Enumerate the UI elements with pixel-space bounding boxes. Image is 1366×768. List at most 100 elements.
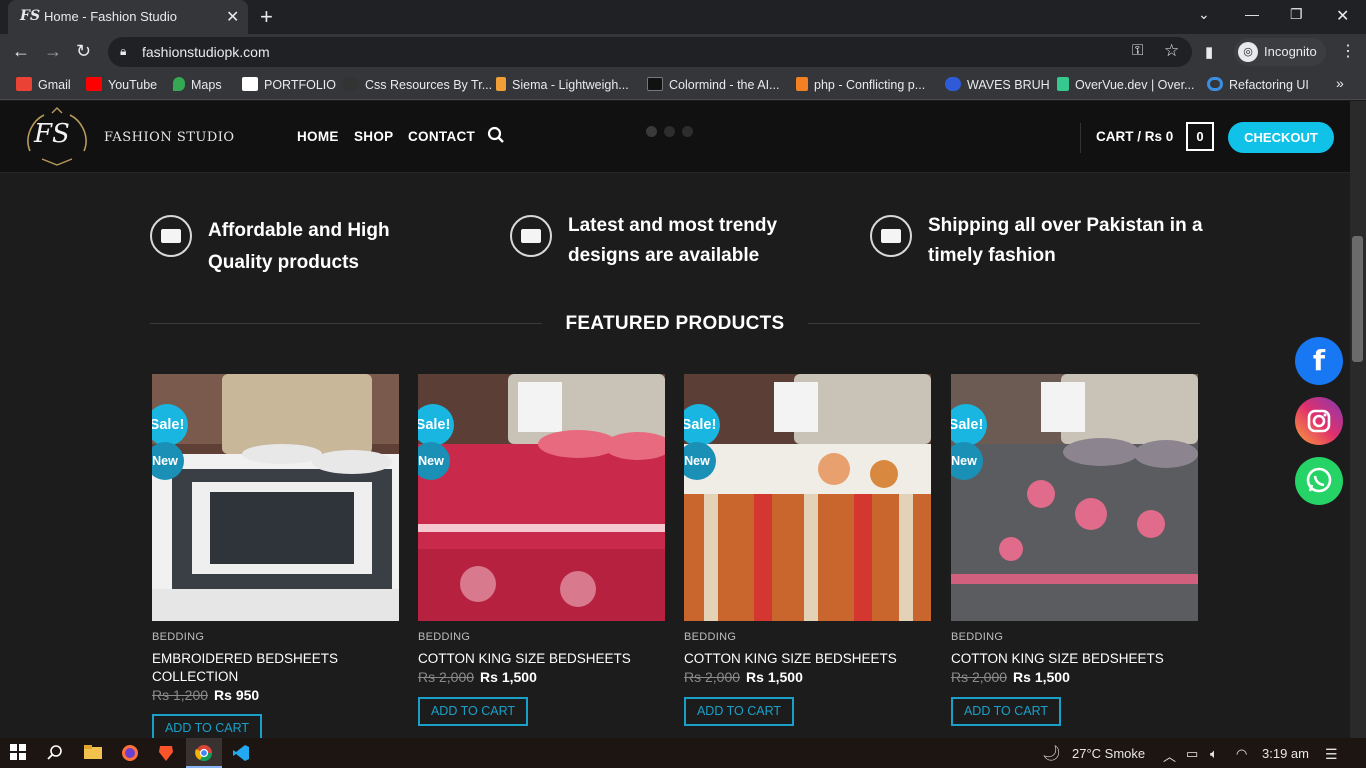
bookmark-label: OverVue.dev | Over... [1075,78,1195,92]
bookmark-youtube[interactable]: YouTube [86,77,157,92]
url-text[interactable]: fashionstudiopk.com [142,44,270,60]
product-category: BEDDING [684,631,737,643]
bookmark-label: YouTube [108,78,158,92]
browser-tab[interactable]: FS Home - Fashion Studio ✕ [8,0,248,34]
product-image[interactable]: Sale! New [684,374,931,621]
product-image[interactable]: Sale! New [951,374,1198,621]
whatsapp-icon[interactable] [1295,457,1343,505]
add-to-cart-button[interactable]: ADD TO CART [152,714,262,738]
weather-icon[interactable]: 🌙︎ [1042,744,1061,762]
file-explorer-icon[interactable] [84,744,102,765]
product-price: Rs 1,200 Rs 950 [152,687,259,703]
section-divider [808,323,1200,324]
product-name[interactable]: EMBROIDERED BEDSHEETS COLLECTION [152,650,392,686]
slider-dot[interactable] [664,126,675,137]
bookmark-waves[interactable]: WAVES BRUH [945,77,1050,92]
new-tab-icon[interactable]: + [260,4,273,30]
tab-close-icon[interactable]: ✕ [226,7,239,27]
slider-dot[interactable] [682,126,693,137]
volume-icon[interactable]: 🔈︎ [1210,746,1218,762]
product-image[interactable]: Sale! New [152,374,399,621]
envelope-icon [150,215,192,257]
minimize-icon[interactable]: — [1245,6,1259,22]
product-price: Rs 2,000 Rs 1,500 [418,669,537,685]
waves-icon [945,77,961,91]
old-price: Rs 1,200 [152,687,209,703]
reload-icon[interactable]: ↻ [76,41,91,62]
vscode-icon[interactable] [232,744,250,767]
key-icon[interactable]: ⚿ [1132,42,1143,59]
cart-label[interactable]: CART / Rs 0 [1096,129,1173,144]
product-name[interactable]: COTTON KING SIZE BEDSHEETS [418,650,658,668]
windows-taskbar: 🌙︎ 27°C Smoke ︿ ▭ 🔈︎ ◠ 3:19 am ☰ [0,738,1366,768]
weather-text[interactable]: 27°C Smoke [1072,746,1145,761]
search-icon[interactable] [487,126,505,149]
restore-icon[interactable]: ❐ [1290,6,1303,23]
chrome-icon[interactable] [195,744,213,767]
siema-icon [496,77,506,91]
bookmark-star-icon[interactable]: ☆ [1164,41,1179,61]
youtube-icon [86,77,102,91]
bookmark-php[interactable]: php - Conflicting p... [796,77,925,92]
add-to-cart-button[interactable]: ADD TO CART [684,697,794,726]
envelope-icon [510,215,552,257]
bookmark-label: Maps [191,78,222,92]
tray-expand-icon[interactable]: ︿ [1163,746,1176,765]
bookmark-colormind[interactable]: Colormind - the AI... [647,77,779,92]
scrollbar-thumb[interactable] [1352,236,1363,362]
clock[interactable]: 3:19 am [1262,746,1309,761]
brave-icon[interactable] [158,744,174,767]
nav-shop[interactable]: SHOP [354,129,393,144]
scrollbar-track[interactable] [1350,101,1366,738]
incognito-badge[interactable]: ◎ Incognito [1234,38,1326,66]
bookmarks-bar: Gmail YouTube Maps PORTFOLIO Css Resourc… [0,70,1366,100]
product-category: BEDDING [152,631,205,643]
windows-start-icon[interactable] [10,744,26,765]
add-to-cart-button[interactable]: ADD TO CART [418,697,528,726]
notifications-icon[interactable]: ☰ [1325,746,1338,763]
battery-icon[interactable]: ▭ [1186,746,1198,762]
product-name[interactable]: COTTON KING SIZE BEDSHEETS [951,650,1191,668]
bookmark-refactoring-ui[interactable]: Refactoring UI [1207,77,1309,92]
old-price: Rs 2,000 [951,669,1008,685]
website-viewport: FS FASHION STUDIO HOME SHOP CONTACT CART… [0,101,1350,738]
add-to-cart-button[interactable]: ADD TO CART [951,697,1061,726]
forward-icon[interactable]: → [44,41,62,62]
cart-count-icon[interactable]: 0 [1186,122,1214,151]
bookmark-label: Siema - Lightweigh... [512,78,629,92]
checkout-button[interactable]: CHECKOUT [1228,122,1334,153]
product-price: Rs 2,000 Rs 1,500 [684,669,803,685]
feature-text: Affordable and High Quality products [208,220,390,273]
wifi-icon[interactable]: ◠ [1236,746,1247,762]
instagram-icon[interactable] [1295,397,1343,445]
bookmark-siema[interactable]: Siema - Lightweigh... [496,77,629,92]
logo-text[interactable]: FASHION STUDIO [104,130,235,145]
nav-contact[interactable]: CONTACT [408,129,475,144]
product-image[interactable]: Sale! New [418,374,665,621]
lock-icon[interactable]: 🔒︎ [120,44,126,59]
bookmark-gmail[interactable]: Gmail [16,77,71,92]
firefox-icon[interactable] [121,744,139,767]
close-window-icon[interactable]: ✕ [1336,6,1349,26]
slider-dot[interactable] [646,126,657,137]
menu-icon[interactable]: ⋮ [1340,41,1356,61]
bookmark-maps[interactable]: Maps [173,77,222,92]
tab-search-icon[interactable]: ⌄ [1198,6,1210,23]
search-icon[interactable] [47,744,63,765]
more-bookmarks-icon[interactable]: » [1336,75,1344,91]
facebook-icon[interactable]: f [1295,337,1343,385]
nav-home[interactable]: HOME [297,129,339,144]
product-price: Rs 2,000 Rs 1,500 [951,669,1070,685]
bookmark-portfolio[interactable]: PORTFOLIO [242,77,336,92]
side-panel-icon[interactable]: ▮ [1205,43,1213,61]
logo-mark: FS [34,119,70,149]
back-icon[interactable]: ← [12,41,30,62]
section-divider [150,323,542,324]
site-logo[interactable]: FS [22,107,92,169]
bookmark-css-resources[interactable]: Css Resources By Tr... [343,77,492,92]
envelope-icon [870,215,912,257]
bookmark-label: Gmail [38,78,71,92]
address-bar[interactable]: 🔒︎ fashionstudiopk.com ⚿ ☆ [108,37,1192,67]
product-name[interactable]: COTTON KING SIZE BEDSHEETS [684,650,924,668]
bookmark-overvue[interactable]: OverVue.dev | Over... [1057,77,1195,92]
